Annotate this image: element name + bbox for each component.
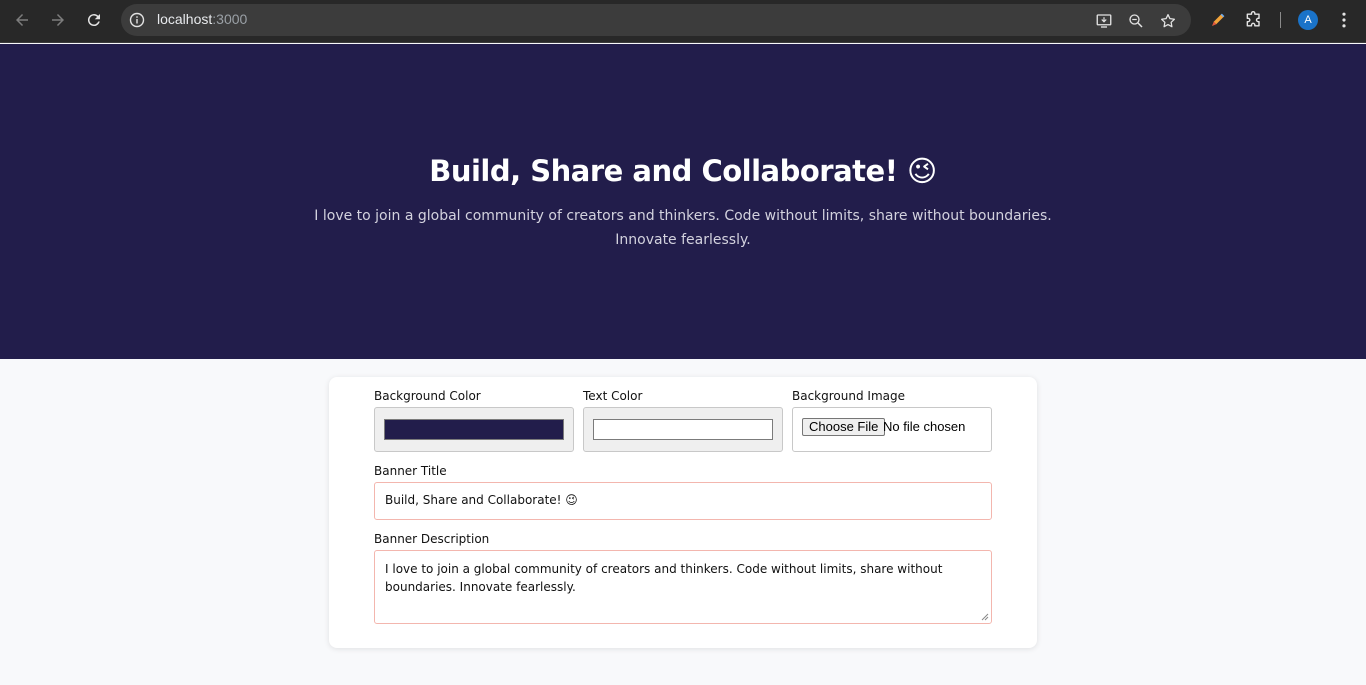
toolbar-divider bbox=[1280, 12, 1281, 28]
url-text: localhost:3000 bbox=[157, 11, 247, 27]
bookmark-star-icon[interactable] bbox=[1159, 12, 1177, 30]
zoom-icon[interactable] bbox=[1127, 12, 1145, 30]
banner-title: Build, Share and Collaborate! 😉 bbox=[429, 154, 937, 188]
forward-icon[interactable] bbox=[46, 8, 70, 32]
banner-description-label: Banner Description bbox=[374, 532, 490, 546]
resize-handle-icon[interactable] bbox=[981, 613, 989, 621]
background-image-input[interactable]: Choose File No file chosen bbox=[792, 407, 992, 452]
choose-file-button[interactable]: Choose File bbox=[802, 418, 886, 436]
banner-settings-card: Background Color Text Color Background I… bbox=[329, 377, 1037, 648]
site-info-icon[interactable] bbox=[129, 12, 145, 28]
background-color-swatch bbox=[384, 419, 564, 440]
background-image-label: Background Image bbox=[792, 389, 905, 403]
address-bar[interactable]: localhost:3000 bbox=[121, 4, 1191, 36]
menu-kebab-icon[interactable] bbox=[1334, 10, 1354, 30]
background-color-label: Background Color bbox=[374, 389, 481, 403]
banner-description-value: I love to join a global community of cre… bbox=[385, 562, 943, 594]
reload-icon[interactable] bbox=[82, 8, 106, 32]
browser-toolbar: localhost:3000 A bbox=[0, 0, 1366, 43]
url-host: localhost bbox=[157, 11, 213, 27]
url-port: :3000 bbox=[212, 11, 248, 27]
file-status-text: No file chosen bbox=[883, 419, 966, 434]
banner-description-textarea[interactable]: I love to join a global community of cre… bbox=[374, 550, 992, 624]
profile-avatar[interactable]: A bbox=[1298, 10, 1318, 30]
text-color-swatch bbox=[593, 419, 773, 440]
text-color-picker[interactable] bbox=[583, 407, 783, 452]
install-app-icon[interactable] bbox=[1095, 12, 1113, 30]
back-icon[interactable] bbox=[10, 8, 34, 32]
banner-title-label: Banner Title bbox=[374, 464, 447, 478]
pen-extension-icon[interactable] bbox=[1208, 10, 1228, 30]
extensions-puzzle-icon[interactable] bbox=[1244, 10, 1264, 30]
banner-title-input[interactable]: Build, Share and Collaborate! 😉 bbox=[374, 482, 992, 520]
background-color-picker[interactable] bbox=[374, 407, 574, 452]
text-color-label: Text Color bbox=[583, 389, 643, 403]
hero-banner: Build, Share and Collaborate! 😉 I love t… bbox=[0, 44, 1366, 359]
banner-description: I love to join a global community of cre… bbox=[314, 208, 1052, 248]
